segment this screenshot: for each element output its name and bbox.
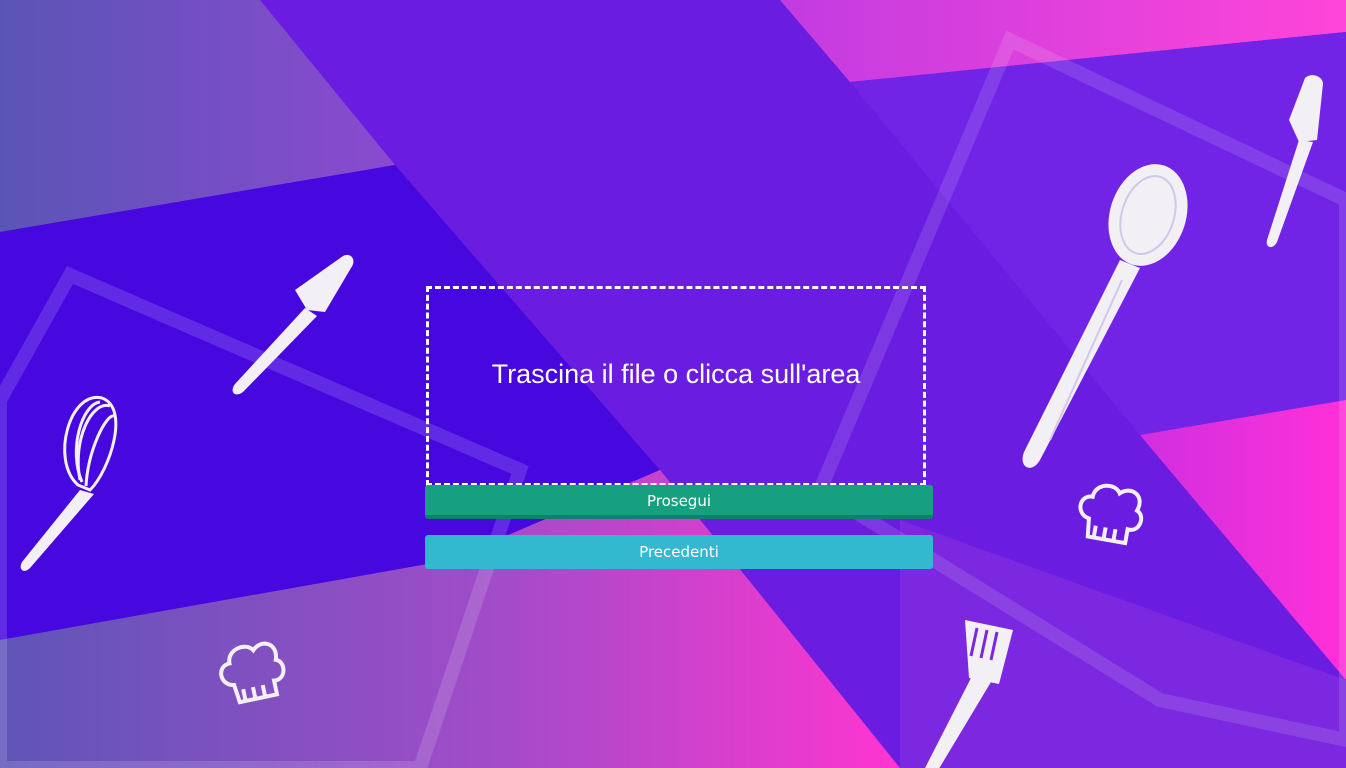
spatula-icon — [232, 254, 354, 395]
next-button[interactable]: Prosegui — [425, 485, 933, 519]
file-dropzone[interactable]: Trascina il file o clicca sull'area — [426, 286, 926, 486]
dropzone-label: Trascina il file o clicca sull'area — [491, 358, 861, 389]
spatula-icon — [1266, 75, 1323, 248]
chef-hat-icon — [1078, 483, 1144, 546]
upload-page: Trascina il file o clicca sull'area Pros… — [0, 0, 1346, 768]
fork-icon — [925, 620, 1013, 768]
spoon-icon — [1022, 164, 1188, 468]
previous-button[interactable]: Precedenti — [425, 535, 933, 569]
chef-hat-icon — [219, 641, 286, 705]
whisk-icon — [20, 396, 118, 571]
